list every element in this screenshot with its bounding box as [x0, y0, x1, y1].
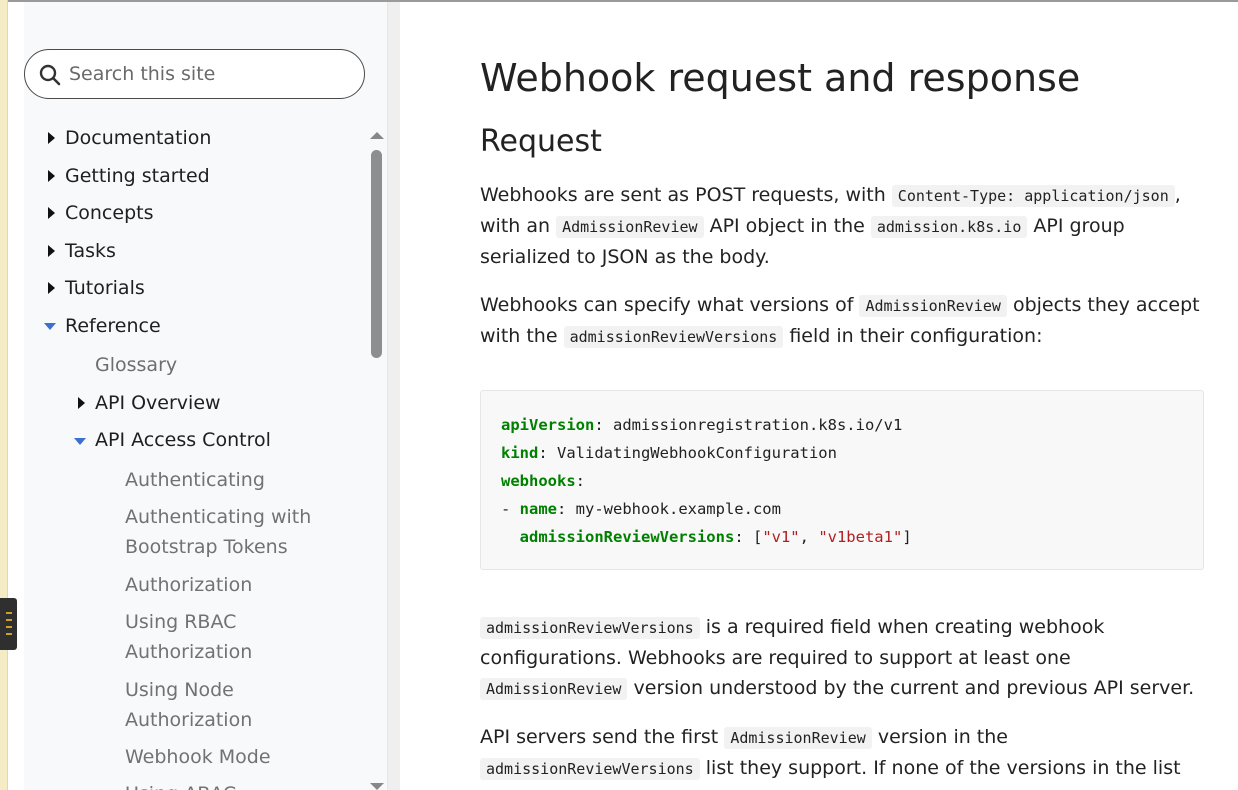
code-key: admissionReviewVersions [519, 528, 735, 546]
code-key: kind [501, 444, 539, 462]
inline-code: admissionReviewVersions [480, 758, 700, 780]
code-key: name [519, 500, 557, 518]
sidebar-item-tutorials[interactable]: Tutorials [65, 273, 145, 303]
code-key: apiVersion [501, 416, 595, 434]
text: version understood by the current and pr… [627, 677, 1195, 699]
code-string: "v1" [762, 528, 800, 546]
sidebar-item-label-line2: Authorization [125, 709, 253, 731]
sidebar-scrollbar[interactable] [368, 130, 386, 790]
left-edge-strip [0, 0, 8, 790]
text: objects they accept [1006, 294, 1200, 316]
code-text: : my-webhook.example.com [557, 500, 781, 518]
code-block[interactable]: apiVersion: admissionregistration.k8s.io… [480, 390, 1204, 570]
sidebar-item-label: Using RBAC [125, 611, 237, 633]
section-heading: Request [480, 124, 602, 159]
text: serialized to JSON as the body. [480, 246, 770, 268]
sidebar-item-glossary[interactable]: Glossary [95, 350, 177, 380]
code-text: ] [902, 528, 912, 546]
sidebar-item-reference[interactable]: Reference [65, 311, 161, 341]
sidebar-item-documentation[interactable]: Documentation [65, 123, 211, 153]
caret-right-icon[interactable] [48, 207, 55, 219]
text: API servers send the first [480, 726, 725, 748]
search-icon [39, 64, 61, 86]
sidebar-item-label-line2: Bootstrap Tokens [125, 536, 288, 558]
sidebar-item-tasks[interactable]: Tasks [65, 236, 116, 266]
side-panel-handle[interactable] [0, 598, 17, 650]
grip-line [6, 626, 12, 628]
text: list they support. If none of the versio… [699, 757, 1181, 779]
caret-down-icon[interactable] [74, 438, 86, 445]
inline-code: admissionReviewVersions [480, 617, 700, 639]
sidebar-item-label-line2: Authorization [125, 641, 253, 663]
sidebar-item-webhook-mode[interactable]: Webhook Mode [125, 742, 271, 772]
sidebar-item-label: Authenticating with [125, 506, 312, 528]
text: with an [480, 215, 557, 237]
sidebar-item-bootstrap-tokens[interactable]: Authenticating with Bootstrap Tokens [125, 502, 311, 562]
text: configurations. Webhooks are required to… [480, 647, 1071, 669]
caret-right-icon[interactable] [48, 170, 55, 182]
text: version in the [871, 726, 1008, 748]
sidebar-item-concepts[interactable]: Concepts [65, 198, 153, 228]
sidebar-item-authenticating[interactable]: Authenticating [125, 465, 265, 495]
caret-right-icon[interactable] [48, 132, 55, 144]
inline-code: AdmissionReview [556, 216, 704, 238]
sidebar-item-abac[interactable]: Using ABAC [125, 779, 236, 790]
text: API object in the [703, 215, 871, 237]
paragraph-api-servers: API servers send the first AdmissionRevi… [480, 722, 1200, 784]
code-text: , [799, 528, 819, 546]
grip-line [6, 619, 12, 621]
text: , [1174, 184, 1181, 206]
sidebar-item-node-authorization[interactable]: Using Node Authorization [125, 675, 252, 735]
code-text: : admissionregistration.k8s.io/v1 [594, 416, 903, 434]
paragraph-required-field: admissionReviewVersions is a required fi… [480, 612, 1200, 704]
search-box[interactable] [24, 49, 365, 99]
docs-sidebar: Documentation Getting started Concepts T… [24, 2, 388, 790]
code-text: : [575, 472, 585, 490]
sidebar-divider [388, 2, 400, 790]
text: Webhooks can specify what versions of [480, 294, 860, 316]
paragraph-versions: Webhooks can specify what versions of Ad… [480, 290, 1200, 352]
scroll-up-arrow-icon[interactable] [370, 132, 384, 139]
inline-code: AdmissionReview [724, 727, 872, 749]
code-text: : [ [734, 528, 763, 546]
sidebar-item-api-access-control[interactable]: API Access Control [95, 425, 271, 455]
grip-line [6, 633, 12, 635]
search-input[interactable] [69, 62, 349, 86]
inline-code: AdmissionReview [480, 678, 628, 700]
code-content: apiVersion: admissionregistration.k8s.io… [501, 411, 912, 551]
sidebar-item-getting-started[interactable]: Getting started [65, 161, 210, 191]
text: is a required field when creating webhoo… [699, 616, 1105, 638]
scrollbar-thumb[interactable] [371, 150, 382, 358]
text: Webhooks are sent as POST requests, with [480, 184, 892, 206]
sidebar-item-api-overview[interactable]: API Overview [95, 388, 221, 418]
text: with the [480, 325, 564, 347]
sidebar-item-authorization[interactable]: Authorization [125, 570, 252, 600]
scroll-down-arrow-icon[interactable] [370, 783, 384, 790]
code-text: - [501, 500, 520, 518]
inline-code: AdmissionReview [859, 295, 1007, 317]
sidebar-item-rbac[interactable]: Using RBAC Authorization [125, 607, 252, 667]
sidebar-item-label: Using Node [125, 679, 234, 701]
inline-code: admissionReviewVersions [563, 326, 784, 348]
code-key: webhooks [501, 472, 576, 490]
inline-code: admission.k8s.io [870, 216, 1028, 238]
inline-code: Content-Type: application/json [891, 185, 1175, 207]
code-string: "v1beta1" [818, 528, 903, 546]
text: field in their configuration: [783, 325, 1043, 347]
code-text: : ValidatingWebhookConfiguration [538, 444, 837, 462]
caret-right-icon[interactable] [48, 245, 55, 257]
page-title: Webhook request and response [480, 56, 1081, 100]
caret-right-icon[interactable] [48, 282, 55, 294]
text: API group [1027, 215, 1125, 237]
caret-right-icon[interactable] [78, 397, 85, 409]
grip-line [6, 612, 12, 614]
caret-down-icon[interactable] [44, 323, 56, 330]
paragraph-request-intro: Webhooks are sent as POST requests, with… [480, 180, 1200, 272]
